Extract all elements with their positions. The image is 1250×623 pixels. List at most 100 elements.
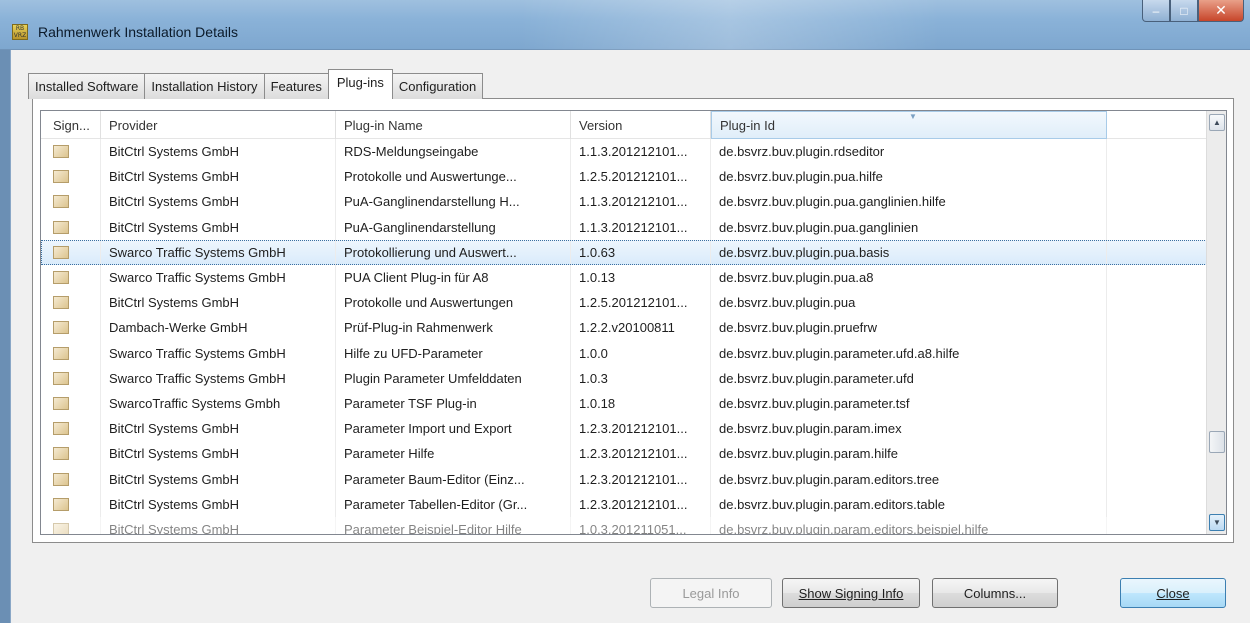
window-titlebar[interactable]: RB VRZ Rahmenwerk Installation Details –… <box>0 0 1250 50</box>
table-row[interactable]: Swarco Traffic Systems GmbH Hilfe zu UFD-… <box>41 340 1207 366</box>
tab-features[interactable]: Features <box>263 73 329 99</box>
table-row[interactable]: Dambach-Werke GmbH Prüf-Plug-in Rahmenwer… <box>41 315 1207 341</box>
cell-version: 1.0.3 <box>571 365 711 391</box>
signature-icon <box>53 321 69 335</box>
column-header-plugin-name[interactable]: Plug-in Name <box>336 111 571 139</box>
cell-filler <box>1107 290 1207 315</box>
table-row[interactable]: BitCtrl Systems GmbH Protokolle und Auswe… <box>41 164 1207 190</box>
window-title: Rahmenwerk Installation Details <box>38 24 238 40</box>
signature-icon <box>53 170 69 184</box>
signature-icon <box>53 145 69 159</box>
scroll-down-button[interactable]: ▼ <box>1209 514 1225 531</box>
cell-id: de.bsvrz.buv.plugin.parameter.ufd <box>711 365 1107 391</box>
close-window-button[interactable]: ✕ <box>1198 0 1244 22</box>
cell-version: 1.2.3.201212101... <box>571 441 711 467</box>
tab-configuration[interactable]: Configuration <box>391 73 484 99</box>
table-row[interactable]: BitCtrl Systems GmbH Parameter Import und… <box>41 416 1207 442</box>
columns-button[interactable]: Columns... <box>932 578 1058 608</box>
cell-filler <box>1107 492 1207 517</box>
show-signing-info-button[interactable]: Show Signing Info <box>782 578 920 608</box>
cell-version: 1.2.5.201212101... <box>571 290 711 316</box>
cell-signed <box>41 491 101 517</box>
table-row[interactable]: BitCtrl Systems GmbH RDS-Meldungseingabe 1… <box>41 139 1207 165</box>
cell-id: de.bsvrz.buv.plugin.pua.basis <box>711 239 1107 265</box>
cell-provider: BitCtrl Systems GmbH <box>101 466 336 492</box>
table-row[interactable]: Swarco Traffic Systems GmbH Plugin Parame… <box>41 365 1207 391</box>
cell-id: de.bsvrz.buv.plugin.param.editors.tree <box>711 466 1107 492</box>
scrollbar-thumb[interactable] <box>1209 431 1225 453</box>
cell-name: RDS-Meldungseingabe <box>336 139 571 165</box>
table-row[interactable]: Swarco Traffic Systems GmbH Protokollieru… <box>41 239 1207 265</box>
cell-version: 1.0.18 <box>571 390 711 417</box>
vertical-scrollbar[interactable]: ▲ ▼ <box>1206 111 1226 534</box>
table-row[interactable]: BitCtrl Systems GmbH Protokolle und Auswe… <box>41 290 1207 316</box>
cell-signed <box>41 290 101 316</box>
cell-id: de.bsvrz.buv.plugin.parameter.ufd.a8.hil… <box>711 340 1107 366</box>
table-row[interactable]: BitCtrl Systems GmbH PuA-Ganglinendarstel… <box>41 214 1207 240</box>
cell-version: 1.1.3.201212101... <box>571 214 711 240</box>
legal-info-button[interactable]: Legal Info <box>650 578 772 608</box>
cell-name: Protokolle und Auswertunge... <box>336 164 571 190</box>
column-header-plugin-id-label: Plug-in Id <box>720 117 775 133</box>
show-signing-info-label: Show Signing Info <box>798 585 904 601</box>
plugins-table[interactable]: Sign... Provider Plug-in Name Version ▼ … <box>40 110 1227 535</box>
cell-name: Plugin Parameter Umfelddaten <box>336 365 571 391</box>
table-row[interactable]: BitCtrl Systems GmbH Parameter Baum-Edito… <box>41 466 1207 492</box>
cell-provider: Swarco Traffic Systems GmbH <box>101 264 336 291</box>
column-header-signed[interactable]: Sign... <box>41 111 101 139</box>
cell-id: de.bsvrz.buv.plugin.pruefrw <box>711 315 1107 341</box>
cell-signed <box>41 315 101 341</box>
cell-signed <box>41 416 101 442</box>
scroll-up-button[interactable]: ▲ <box>1209 114 1225 131</box>
cell-version: 1.1.3.201212101... <box>571 189 711 215</box>
cell-id: de.bsvrz.buv.plugin.param.hilfe <box>711 441 1107 467</box>
cell-filler <box>1107 315 1207 340</box>
sort-indicator-icon: ▼ <box>909 112 917 121</box>
cell-name: Parameter TSF Plug-in <box>336 390 571 417</box>
tab-installation-history[interactable]: Installation History <box>144 73 265 99</box>
cell-filler <box>1107 240 1207 265</box>
signature-icon <box>53 522 69 534</box>
tab-plug-ins[interactable]: Plug-ins <box>327 69 393 99</box>
cell-provider: BitCtrl Systems GmbH <box>101 164 336 190</box>
column-header-plugin-id[interactable]: ▼ Plug-in Id <box>711 111 1107 139</box>
cell-name: Parameter Import und Export <box>336 416 571 442</box>
cell-version: 1.2.3.201212101... <box>571 416 711 442</box>
table-row[interactable]: Swarco Traffic Systems GmbH PUA Client Pl… <box>41 264 1207 291</box>
signature-icon <box>53 472 69 486</box>
cell-provider: BitCtrl Systems GmbH <box>101 516 336 534</box>
cell-signed <box>41 340 101 366</box>
cell-signed <box>41 441 101 467</box>
cell-signed <box>41 239 101 265</box>
legal-info-label: Legal Info <box>682 585 740 601</box>
cell-filler <box>1107 416 1207 441</box>
cell-signed <box>41 390 101 417</box>
cell-filler <box>1107 517 1207 534</box>
close-button[interactable]: Close <box>1120 578 1226 608</box>
cell-signed <box>41 189 101 215</box>
cell-version: 1.2.3.201212101... <box>571 491 711 517</box>
cell-name: PUA Client Plug-in für A8 <box>336 264 571 291</box>
cell-name: Parameter Hilfe <box>336 441 571 467</box>
cell-version: 1.2.2.v20100811 <box>571 315 711 341</box>
cell-provider: Swarco Traffic Systems GmbH <box>101 340 336 366</box>
minimize-button[interactable]: – <box>1142 0 1170 22</box>
table-row[interactable]: SwarcoTraffic Systems Gmbh Parameter TSF … <box>41 390 1207 417</box>
table-row[interactable]: BitCtrl Systems GmbH Parameter Hilfe 1.2.3… <box>41 441 1207 467</box>
cell-provider: SwarcoTraffic Systems Gmbh <box>101 390 336 417</box>
cell-name: Parameter Beispiel-Editor Hilfe <box>336 516 571 534</box>
table-row[interactable]: BitCtrl Systems GmbH Parameter Tabellen-E… <box>41 491 1207 517</box>
cell-name: Protokollierung und Auswert... <box>336 239 571 265</box>
table-row[interactable]: BitCtrl Systems GmbH Parameter Beispiel-E… <box>41 516 1207 534</box>
cell-provider: BitCtrl Systems GmbH <box>101 441 336 467</box>
cell-filler <box>1107 265 1207 290</box>
column-header-provider[interactable]: Provider <box>101 111 336 139</box>
maximize-button[interactable]: □ <box>1170 0 1198 22</box>
cell-filler <box>1107 164 1207 189</box>
cell-id: de.bsvrz.buv.plugin.pua <box>711 290 1107 316</box>
cell-signed <box>41 466 101 492</box>
column-header-version[interactable]: Version <box>571 111 711 139</box>
table-row[interactable]: BitCtrl Systems GmbH PuA-Ganglinendarstel… <box>41 189 1207 215</box>
cell-provider: BitCtrl Systems GmbH <box>101 189 336 215</box>
tab-installed-software[interactable]: Installed Software <box>28 73 146 99</box>
